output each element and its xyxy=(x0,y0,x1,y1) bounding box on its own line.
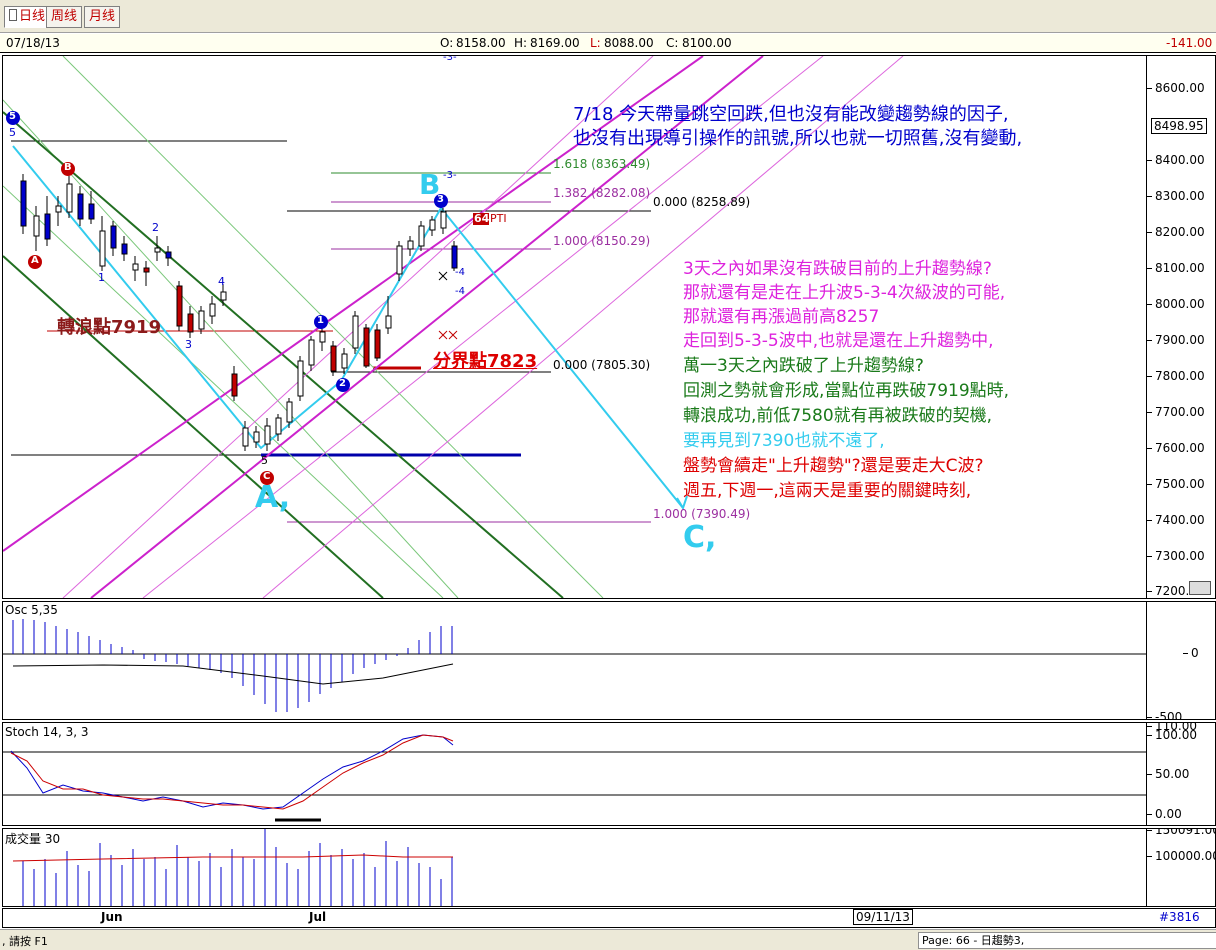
price-tick: 7300.00 xyxy=(1147,549,1205,563)
commentary-p5: 萬一3天之內跌破了上升趨勢線? xyxy=(683,356,924,376)
minus-4-label-b: -4 xyxy=(455,286,465,297)
minus-3-label: -3- xyxy=(443,170,457,181)
osc-axis[interactable]: 0 -500 xyxy=(1146,601,1216,720)
wave-number-5-top: 5 xyxy=(9,126,16,139)
fib-level-1000: 1.000 (8150.29) xyxy=(553,234,651,248)
wave-number-3: 3 xyxy=(185,338,192,351)
wave-number-2: 2 xyxy=(152,221,159,234)
volume-tick: 150091.00 xyxy=(1147,829,1215,837)
commentary-p8: 要再見到7390也就不遠了, xyxy=(683,431,885,451)
tab-weekly[interactable]: 周线 xyxy=(46,6,83,28)
quote-bar: 07/18/13 O: 8158.00 H: 8169.00 L: 8088.0… xyxy=(0,34,1216,53)
status-bar: , 請按 F1 Page: 66 - 日趨勢3, xyxy=(0,929,1216,950)
price-panel[interactable]: 5 B A C 1 2 3 5 1 2 3 4 5 -3- -3- -4 -4 … xyxy=(2,55,1147,599)
volume-panel[interactable]: 成交量 30 xyxy=(2,828,1147,907)
fib-level-1000-low: 1.000 (7390.49) xyxy=(653,507,751,521)
commentary-p6: 回測之勢就會形成,當點位再跌破7919點時, xyxy=(683,381,1010,401)
close-label: C: xyxy=(666,36,679,50)
commentary-p9: 盤勢會續走"上升趨勢"?還是要走大C波? xyxy=(683,456,984,476)
chart-icon xyxy=(9,9,17,21)
quote-date: 07/18/13 xyxy=(6,36,60,50)
price-tick: 8100.00 xyxy=(1147,261,1205,275)
low-label: L: xyxy=(590,36,601,50)
price-tick: 7500.00 xyxy=(1147,477,1205,491)
price-tick: 8400.00 xyxy=(1147,153,1205,167)
commentary-p4: 走回到5-3-5波中,也就是還在上升趨勢中, xyxy=(683,331,994,351)
status-help: , 請按 F1 xyxy=(2,935,48,948)
close-value: 8100.00 xyxy=(682,36,732,50)
wave-a-circle-label: A xyxy=(31,255,39,266)
wave-b-big-label: B xyxy=(419,168,441,201)
wave-number-5-low: 5 xyxy=(261,454,268,467)
price-axis[interactable]: 8600.00 8498.95 8400.00 8300.00 8200.00 … xyxy=(1146,55,1216,599)
stoch-tick: 100.00 xyxy=(1147,728,1197,742)
price-tick: 8600.00 xyxy=(1147,81,1205,95)
wave-a-big-label: A, xyxy=(255,480,291,515)
wave-1-circle-label: 1 xyxy=(317,315,324,326)
osc-panel[interactable]: Osc 5,35 xyxy=(2,601,1147,720)
month-jul: Jul xyxy=(309,910,327,924)
price-tick: 8000.00 xyxy=(1147,297,1205,311)
wave-number-4: 4 xyxy=(218,275,225,288)
osc-chart-svg xyxy=(3,619,1146,712)
toolbar: 日线 周线 月线 xyxy=(0,0,1216,33)
price-tick: 7400.00 xyxy=(1147,513,1205,527)
divide-point-label: 分界點7823 xyxy=(433,351,538,372)
minus-4-label-a: -4 xyxy=(455,267,465,278)
price-tick: 7800.00 xyxy=(1147,369,1205,383)
pti-number: 64 xyxy=(474,212,490,225)
commentary-p3: 那就還有再漲過前高8257 xyxy=(683,307,880,327)
commentary-line1: 7/18 今天帶量跳空回跌,但也沒有能改變趨勢線的因子, xyxy=(573,104,1009,125)
fib-level-0-low: 0.000 (7805.30) xyxy=(553,358,651,372)
commentary-p2: 那就還有是走在上升波5-3-4次級波的可能, xyxy=(683,283,1006,303)
high-value: 8169.00 xyxy=(530,36,580,50)
low-value: 8088.00 xyxy=(604,36,654,50)
fib-level-1382: 1.382 (8282.08) xyxy=(553,186,651,200)
price-tick: 8300.00 xyxy=(1147,189,1205,203)
stoch-tick: 0.00 xyxy=(1147,807,1182,821)
wave-b-circle-label: B xyxy=(64,162,72,173)
commentary-p7: 轉浪成功,前低7580就有再被跌破的契機, xyxy=(683,406,993,426)
open-value: 8158.00 xyxy=(456,36,506,50)
time-axis[interactable]: Jun Jul 09/11/13 #3816 xyxy=(2,908,1216,928)
symbol-id: #3816 xyxy=(1159,910,1200,924)
stoch-tick: 50.00 xyxy=(1147,767,1190,781)
wave-5-circle-label: 5 xyxy=(9,111,16,122)
osc-zero-tick: 0 xyxy=(1183,646,1199,660)
commentary-p1: 3天之內如果沒有跌破目前的上升趨勢線? xyxy=(683,259,992,279)
minus-3-top-label: -3- xyxy=(443,55,457,63)
pti-label: PTI xyxy=(490,212,507,225)
volume-chart-svg xyxy=(12,829,453,906)
scale-toggle-icon[interactable] xyxy=(1189,581,1211,595)
commentary-line2: 也沒有出現導引操作的訊號,所以也就一切照舊,沒有變動, xyxy=(573,128,1023,149)
wave-c-big-label: C, xyxy=(683,520,717,555)
tab-daily[interactable]: 日线 xyxy=(4,6,51,28)
turn-point-label: 轉浪點7919 xyxy=(57,317,162,338)
fib-level-0-high: 0.000 (8258.89) xyxy=(653,195,751,209)
change-value: -141.00 xyxy=(1166,36,1213,50)
volume-tick: 100000.00 xyxy=(1147,849,1215,863)
volume-axis[interactable]: 150091.00 100000.00 xyxy=(1146,828,1216,907)
open-label: O: xyxy=(440,36,454,50)
fib-level-1618: 1.618 (8363.49) xyxy=(553,157,651,171)
osc-bottom-tick: -500 xyxy=(1147,710,1182,719)
stoch-panel[interactable]: Stoch 14, 3, 3 xyxy=(2,722,1147,826)
price-tick: 8200.00 xyxy=(1147,225,1205,239)
price-tick: 7700.00 xyxy=(1147,405,1205,419)
price-tick: 7900.00 xyxy=(1147,333,1205,347)
wave-2-circle-label: 2 xyxy=(339,378,346,389)
price-tick: 7600.00 xyxy=(1147,441,1205,455)
high-label: H: xyxy=(514,36,528,50)
wave-number-1: 1 xyxy=(98,271,105,284)
stoch-axis[interactable]: 110.00 100.00 50.00 0.00 xyxy=(1146,722,1216,826)
month-jun: Jun xyxy=(101,910,123,924)
status-page: Page: 66 - 日趨勢3, xyxy=(918,932,1216,949)
cursor-date: 09/11/13 xyxy=(853,909,913,925)
commentary-p10: 週五,下週一,這兩天是重要的關鍵時刻, xyxy=(683,481,972,501)
stoch-chart-svg xyxy=(3,734,1146,822)
tab-monthly[interactable]: 月线 xyxy=(84,6,121,28)
last-price-badge: 8498.95 xyxy=(1151,118,1207,134)
